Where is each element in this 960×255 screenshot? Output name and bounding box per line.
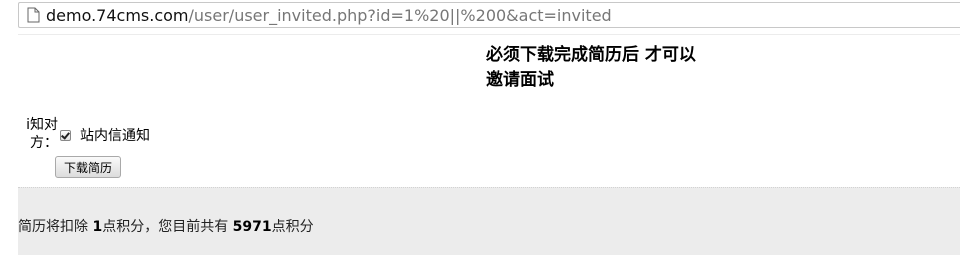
download-resume-button[interactable]: 下载简历 (55, 156, 122, 178)
points-deduct: 1 (92, 219, 103, 235)
points-middle: 点积分，您目前共有 (102, 219, 233, 235)
address-bar[interactable]: demo.74cms.com/user/user_invited.php?id=… (18, 2, 960, 28)
notice-line-1: 必须下载完成简历后 才可以 (486, 45, 696, 65)
download-required-notice: 必须下载完成简历后 才可以 邀请面试 (486, 43, 746, 93)
divider (18, 34, 960, 35)
page: demo.74cms.com/user/user_invited.php?id=… (0, 0, 960, 255)
points-info-panel: 简历将扣除 1点积分，您目前共有 5971点积分 (18, 187, 960, 255)
notify-label-line-2: 方： (30, 135, 58, 151)
notice-line-2: 邀请面试 (486, 70, 554, 90)
points-prefix: 简历将扣除 (18, 219, 93, 235)
points-info-text: 简历将扣除 1点积分，您目前共有 5971点积分 (18, 216, 314, 236)
site-message-option[interactable]: 站内信通知 (60, 125, 150, 145)
url-path: /user/user_invited.php?id=1%20||%200&act… (188, 5, 612, 25)
points-suffix: 点积分 (271, 219, 314, 235)
site-message-checkbox[interactable] (60, 129, 71, 141)
points-total: 5971 (232, 219, 272, 235)
page-icon (27, 7, 40, 23)
notify-label: i知对 方： (18, 116, 58, 152)
url-domain: demo.74cms.com (46, 5, 189, 25)
notify-label-line-1: i知对 (26, 117, 58, 133)
site-message-label: 站内信通知 (80, 128, 150, 144)
